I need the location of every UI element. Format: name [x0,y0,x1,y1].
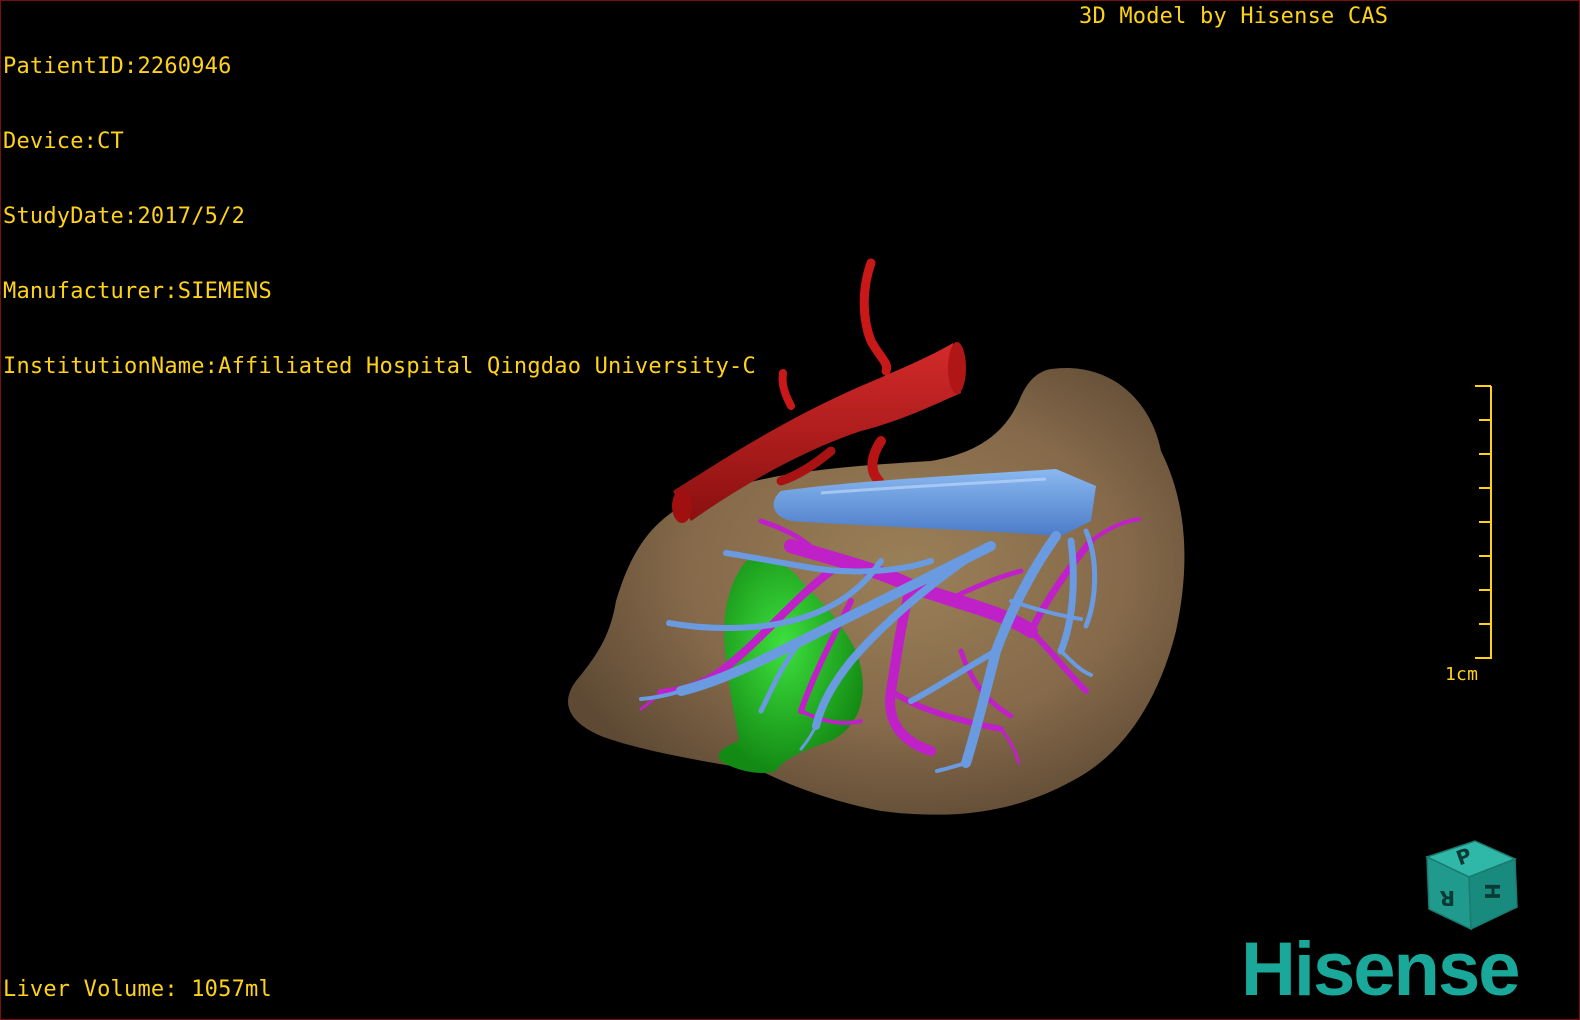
study-date-label: StudyDate:2017/5/2 [3,204,246,229]
cube-face-h: H [1480,883,1504,900]
study-info-overlay: PatientID:2260946 Device:CT StudyDate:20… [3,4,756,429]
brand-logo-text: Hisense [1241,933,1519,1007]
manufacturer-label: Manufacturer:SIEMENS [3,279,272,304]
ivc-end-cap [948,342,966,394]
scale-label: 1cm [1445,664,1479,685]
artery-branch [778,369,795,410]
patient-id-label: PatientID:2260946 [3,54,232,79]
3d-viewport[interactable]: PatientID:2260946 Device:CT StudyDate:20… [0,0,1580,1020]
liver-volume-label: Liver Volume: 1057ml [3,977,272,1002]
scale-bar [1475,385,1492,659]
ivc-end-cap [672,489,692,523]
device-label: Device:CT [3,129,125,154]
orientation-cube-icon[interactable]: P H R [1419,837,1523,933]
cube-face-r: R [1440,886,1455,910]
institution-label: InstitutionName:Affiliated Hospital Qing… [3,354,756,379]
model-credit-label: 3D Model by Hisense CAS [1079,4,1389,29]
artery-branch [867,436,886,486]
hisense-logo: Hisense [1241,933,1521,1007]
artery-branch [859,258,892,376]
